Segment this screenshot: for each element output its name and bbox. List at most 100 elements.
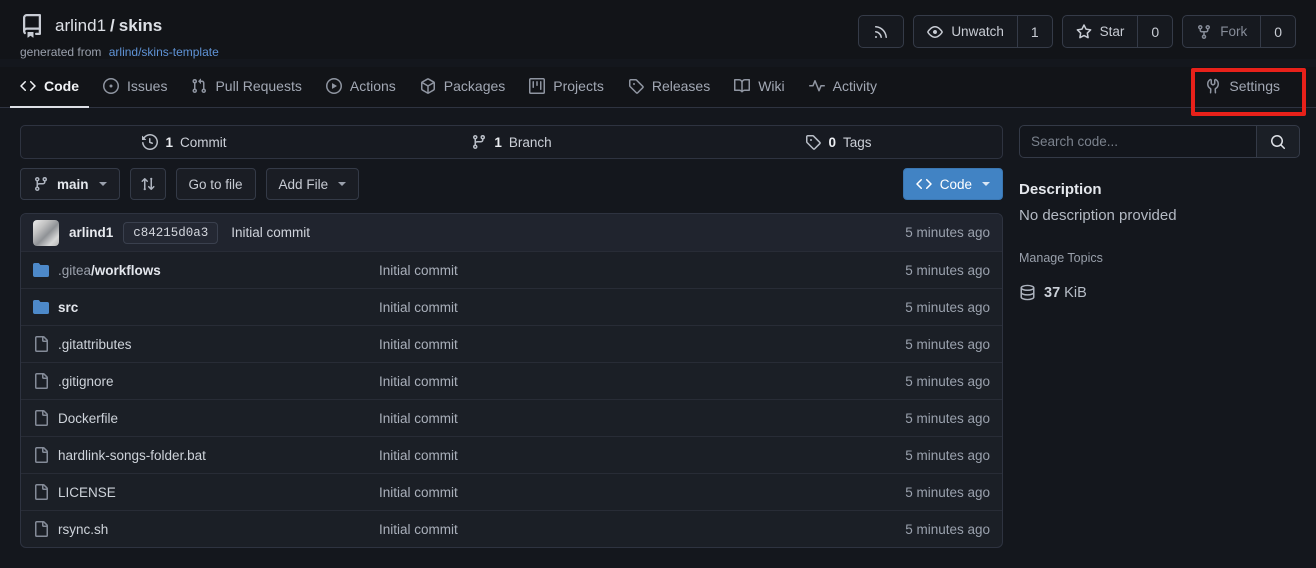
code-search <box>1019 125 1300 158</box>
file-link[interactable]: rsync.sh <box>33 521 379 537</box>
commit-message-link[interactable]: Initial commit <box>379 374 810 389</box>
package-icon <box>420 78 436 94</box>
fork-group: Fork 0 <box>1182 15 1296 48</box>
watch-group: Unwatch 1 <box>913 15 1052 48</box>
rss-button[interactable] <box>858 15 904 48</box>
file-icon <box>33 521 49 537</box>
file-time: 5 minutes ago <box>810 263 990 278</box>
table-row: .gitea/workflows Initial commit 5 minute… <box>21 251 1002 288</box>
file-link[interactable]: .gitea/workflows <box>33 262 379 278</box>
tab-actions[interactable]: Actions <box>316 67 406 108</box>
commit-message[interactable]: Initial commit <box>231 225 310 240</box>
watchers-count[interactable]: 1 <box>1017 16 1052 47</box>
repo-tabbar: Code Issues Pull Requests Actions Packag… <box>0 67 1316 108</box>
file-icon <box>33 484 49 500</box>
commits-stat[interactable]: 1Commit <box>21 126 348 158</box>
caret-down-icon <box>99 182 107 186</box>
unwatch-button[interactable]: Unwatch <box>914 16 1017 47</box>
branch-selector[interactable]: main <box>20 168 120 200</box>
repo-size: 37 KiB <box>1019 284 1300 301</box>
file-icon <box>33 336 49 352</box>
code-icon <box>916 176 932 192</box>
tab-pull-requests[interactable]: Pull Requests <box>181 67 311 108</box>
file-icon <box>33 373 49 389</box>
file-icon <box>33 410 49 426</box>
goto-file-button[interactable]: Go to file <box>176 168 256 200</box>
file-time: 5 minutes ago <box>810 485 990 500</box>
repo-title-separator: / <box>110 16 115 35</box>
commit-message-link[interactable]: Initial commit <box>379 300 810 315</box>
file-time: 5 minutes ago <box>810 300 990 315</box>
tab-activity[interactable]: Activity <box>799 67 887 108</box>
generated-from-prefix: generated from <box>20 45 101 59</box>
star-icon <box>1076 24 1092 40</box>
file-link[interactable]: .gitattributes <box>33 336 379 352</box>
table-row: .gitattributes Initial commit 5 minutes … <box>21 325 1002 362</box>
file-time: 5 minutes ago <box>810 374 990 389</box>
issue-icon <box>103 78 119 94</box>
forks-count[interactable]: 0 <box>1260 16 1295 47</box>
table-row: .gitignore Initial commit 5 minutes ago <box>21 362 1002 399</box>
latest-commit-row: arlind1 c84215d0a3 Initial commit 5 minu… <box>21 214 1002 251</box>
code-toolbar: main Go to file Add File Code <box>20 168 1003 200</box>
table-row: rsync.sh Initial commit 5 minutes ago <box>21 510 1002 547</box>
file-icon <box>33 447 49 463</box>
folder-icon <box>33 262 49 278</box>
tags-stat[interactable]: 0Tags <box>675 126 1002 158</box>
manage-topics-link[interactable]: Manage Topics <box>1019 251 1300 265</box>
file-link[interactable]: src <box>33 299 379 315</box>
repo-title: arlind1/skins <box>55 16 162 36</box>
stars-count[interactable]: 0 <box>1137 16 1172 47</box>
repo-name-link[interactable]: skins <box>119 16 162 35</box>
database-icon <box>1019 284 1036 301</box>
template-repo-link[interactable]: arlind/skins-template <box>109 45 219 59</box>
compare-button[interactable] <box>130 168 166 200</box>
fork-button[interactable]: Fork <box>1183 16 1260 47</box>
avatar[interactable] <box>33 220 59 246</box>
tab-code[interactable]: Code <box>10 67 89 108</box>
description-text: No description provided <box>1019 207 1300 224</box>
tools-icon <box>1205 78 1221 94</box>
book-icon <box>734 78 750 94</box>
branches-stat[interactable]: 1Branch <box>348 126 675 158</box>
commit-message-link[interactable]: Initial commit <box>379 522 810 537</box>
repo-title-row: arlind1/skins <box>20 14 219 38</box>
tab-projects[interactable]: Projects <box>519 67 614 108</box>
repo-owner-link[interactable]: arlind1 <box>55 16 106 35</box>
code-clone-button[interactable]: Code <box>903 168 1003 200</box>
code-icon <box>20 78 36 94</box>
folder-icon <box>33 299 49 315</box>
file-link[interactable]: .gitignore <box>33 373 379 389</box>
repo-stats-bar: 1Commit 1Branch 0Tags <box>20 125 1003 159</box>
commit-message-link[interactable]: Initial commit <box>379 337 810 352</box>
project-icon <box>529 78 545 94</box>
compare-icon <box>140 176 156 192</box>
commit-message-link[interactable]: Initial commit <box>379 485 810 500</box>
commit-message-link[interactable]: Initial commit <box>379 411 810 426</box>
file-link[interactable]: hardlink-songs-folder.bat <box>33 447 379 463</box>
commit-author[interactable]: arlind1 <box>69 225 113 240</box>
search-button[interactable] <box>1256 125 1300 158</box>
tab-issues[interactable]: Issues <box>93 67 177 108</box>
search-input[interactable] <box>1019 125 1256 158</box>
pulse-icon <box>809 78 825 94</box>
rss-icon <box>873 24 889 40</box>
tab-settings[interactable]: Settings <box>1195 67 1290 108</box>
star-button[interactable]: Star <box>1063 16 1138 47</box>
add-file-button[interactable]: Add File <box>266 168 360 200</box>
tab-releases[interactable]: Releases <box>618 67 720 108</box>
file-link[interactable]: LICENSE <box>33 484 379 500</box>
file-time: 5 minutes ago <box>810 411 990 426</box>
tab-wiki[interactable]: Wiki <box>724 67 794 108</box>
pull-request-icon <box>191 78 207 94</box>
branch-icon <box>471 134 487 150</box>
commit-message-link[interactable]: Initial commit <box>379 263 810 278</box>
description-title: Description <box>1019 181 1300 198</box>
commit-hash-badge[interactable]: c84215d0a3 <box>123 222 218 244</box>
table-row: Dockerfile Initial commit 5 minutes ago <box>21 399 1002 436</box>
tab-packages[interactable]: Packages <box>410 67 515 108</box>
commit-message-link[interactable]: Initial commit <box>379 448 810 463</box>
table-row: LICENSE Initial commit 5 minutes ago <box>21 473 1002 510</box>
file-time: 5 minutes ago <box>810 522 990 537</box>
file-link[interactable]: Dockerfile <box>33 410 379 426</box>
